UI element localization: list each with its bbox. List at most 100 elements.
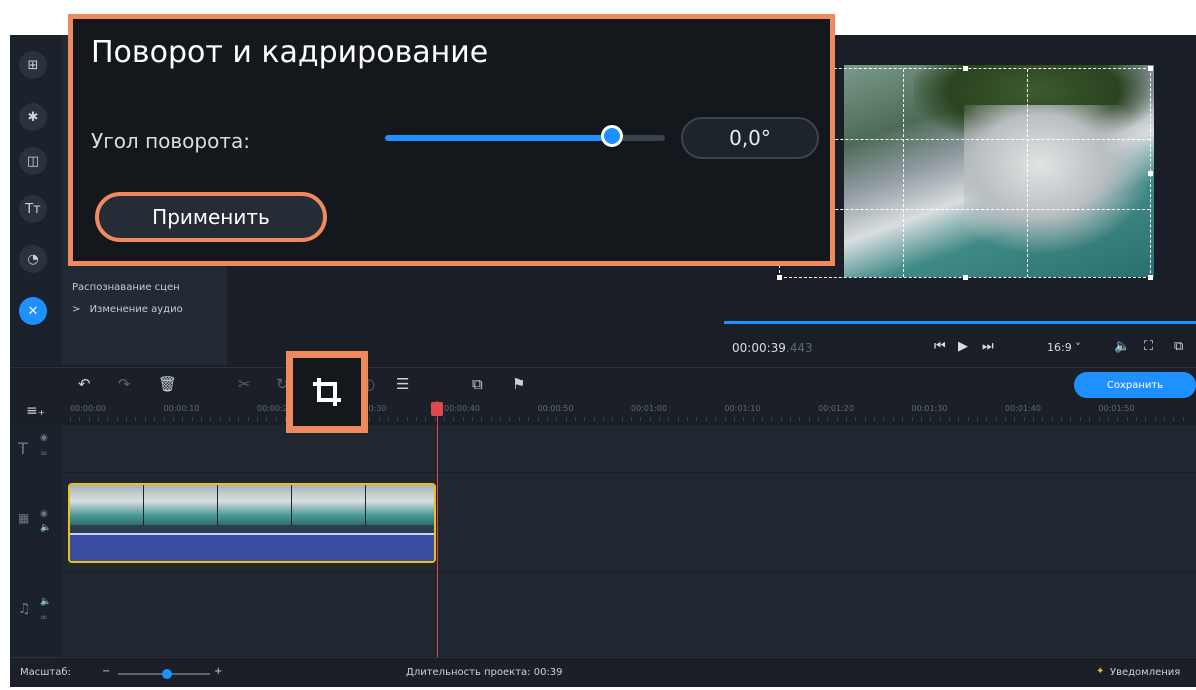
- ruler-tick-mark: [1107, 417, 1109, 421]
- ruler-tick-mark: [827, 417, 829, 421]
- notifications-link[interactable]: Уведомления: [1110, 667, 1180, 678]
- ruler-tick-mark: [126, 417, 128, 421]
- audio-mute-icon[interactable]: 🔈: [40, 597, 51, 607]
- ruler-tick-mark: [948, 417, 950, 421]
- crop-grid-line: [780, 139, 1150, 140]
- magic-wand-icon[interactable]: ✱: [19, 103, 47, 131]
- ruler-tick-mark: [1117, 417, 1119, 421]
- ruler-tick-mark: [789, 417, 791, 421]
- import-icon[interactable]: ⊞: [19, 51, 47, 79]
- ruler-tick-mark: [574, 417, 576, 421]
- crop-handle[interactable]: [777, 275, 782, 280]
- redo-icon[interactable]: ↷: [118, 375, 131, 393]
- titles-icon[interactable]: Tт: [19, 195, 47, 223]
- ruler-tick-mark: [191, 417, 193, 421]
- properties-icon[interactable]: ☰: [396, 375, 409, 393]
- rotation-angle-input[interactable]: 0,0°: [681, 117, 819, 159]
- crop-handle[interactable]: [963, 275, 968, 280]
- ruler-tick-mark: [1014, 417, 1016, 421]
- ruler-tick-mark: [1033, 417, 1035, 421]
- audio-track[interactable]: [62, 573, 1196, 657]
- link-icon[interactable]: ∞: [40, 613, 48, 623]
- crop-handle[interactable]: [963, 66, 968, 71]
- transitions-icon[interactable]: ◫: [19, 147, 47, 175]
- bell-icon[interactable]: ✦: [1096, 666, 1104, 677]
- ruler-tick-mark: [88, 417, 90, 421]
- marker-icon[interactable]: ⚑: [512, 375, 525, 393]
- save-button[interactable]: Сохранить: [1074, 372, 1196, 398]
- rotation-slider[interactable]: [385, 135, 665, 141]
- delete-icon[interactable]: 🗑: [158, 375, 177, 393]
- playhead-line[interactable]: [437, 401, 438, 657]
- text-track-icon: T: [18, 439, 28, 458]
- fullscreen-icon[interactable]: ⛶: [1144, 339, 1153, 354]
- undo-icon[interactable]: ↶: [78, 375, 91, 393]
- tool-item-scene-detection[interactable]: Распознавание сцен: [72, 282, 180, 293]
- ruler-tick-mark: [602, 417, 604, 421]
- ruler-tick-mark: [1005, 417, 1006, 421]
- visibility-icon[interactable]: ◉: [40, 433, 48, 443]
- ruler-tick-label: 00:01:40: [1005, 404, 1041, 413]
- playhead-handle[interactable]: [431, 402, 443, 416]
- ruler-tick-label: 00:01:20: [818, 404, 854, 413]
- link-icon[interactable]: ∞: [40, 449, 48, 459]
- crop-handle[interactable]: [1148, 66, 1153, 71]
- ruler-tick-mark: [107, 417, 109, 421]
- crop-button[interactable]: [293, 358, 361, 426]
- cut-icon[interactable]: ✂: [238, 375, 251, 393]
- ruler-tick-mark: [967, 417, 969, 421]
- ruler-tick-mark: [509, 417, 511, 421]
- next-frame-icon[interactable]: ⏭: [982, 339, 994, 354]
- ruler-tick-mark: [649, 417, 651, 421]
- timeline-ruler[interactable]: 00:00:00 00:00:10 00:00:20 00:00:30 00:00:40…: [62, 399, 1196, 425]
- zoom-in-icon[interactable]: +: [214, 666, 222, 677]
- ruler-tick-mark: [200, 417, 202, 421]
- zoom-slider[interactable]: [118, 669, 210, 679]
- ruler-tick-mark: [733, 417, 735, 421]
- volume-icon[interactable]: 🔈: [1114, 339, 1130, 354]
- ruler-tick-label: 00:00:00: [70, 404, 106, 413]
- chevron-right-icon: >: [72, 304, 81, 315]
- video-track-icon: ▦: [18, 511, 30, 525]
- video-clip[interactable]: [68, 483, 436, 563]
- crop-handle[interactable]: [1148, 171, 1153, 176]
- ruler-tick-mark: [883, 417, 885, 421]
- playback-progress[interactable]: [724, 321, 1196, 324]
- crop-handle[interactable]: [1148, 275, 1153, 280]
- clip-audio-waveform[interactable]: [70, 533, 434, 561]
- text-track[interactable]: [62, 425, 1196, 473]
- rotation-slider-knob[interactable]: [600, 125, 623, 147]
- detach-player-icon[interactable]: ⧉: [1174, 339, 1183, 354]
- apply-button[interactable]: Применить: [95, 192, 327, 242]
- ruler-tick-mark: [257, 417, 258, 421]
- stickers-icon[interactable]: ◔: [19, 245, 47, 273]
- ruler-tick-mark: [1089, 417, 1091, 421]
- ruler-tick-mark: [163, 417, 165, 421]
- ruler-tick-mark: [724, 417, 726, 421]
- ruler-tick-mark: [799, 417, 801, 421]
- visibility-icon[interactable]: ◉: [40, 509, 48, 519]
- time-ms: .443: [785, 341, 813, 355]
- zoom-out-icon[interactable]: −: [102, 666, 110, 677]
- previous-frame-icon[interactable]: ⏮: [934, 339, 946, 354]
- ruler-tick-mark: [144, 417, 146, 421]
- crop-grid-line: [780, 209, 1150, 210]
- ruler-tick-mark: [1023, 417, 1025, 421]
- overlay-icon[interactable]: ⧉: [472, 375, 483, 393]
- crop-tool-highlight: [286, 351, 368, 433]
- ruler-tick-mark: [481, 417, 483, 421]
- zoom-slider-knob[interactable]: [162, 669, 172, 679]
- tool-item-audio-change[interactable]: > Изменение аудио: [72, 304, 183, 315]
- more-tools-icon[interactable]: ✕: [19, 297, 47, 325]
- add-track-icon[interactable]: ≡₊: [26, 403, 45, 419]
- ruler-tick-mark: [612, 417, 614, 421]
- play-icon[interactable]: ▶: [958, 339, 968, 354]
- ruler-tick-mark: [659, 417, 661, 421]
- rotation-slider-fill: [385, 135, 612, 141]
- crop-grid-line: [1027, 69, 1028, 277]
- ruler-tick-mark: [472, 417, 474, 421]
- ruler-tick-mark: [1135, 417, 1137, 421]
- audio-mute-icon[interactable]: 🔈: [40, 523, 51, 533]
- aspect-ratio-select[interactable]: 16:9 ˅: [1047, 341, 1081, 354]
- chevron-down-icon: ˅: [1075, 341, 1081, 354]
